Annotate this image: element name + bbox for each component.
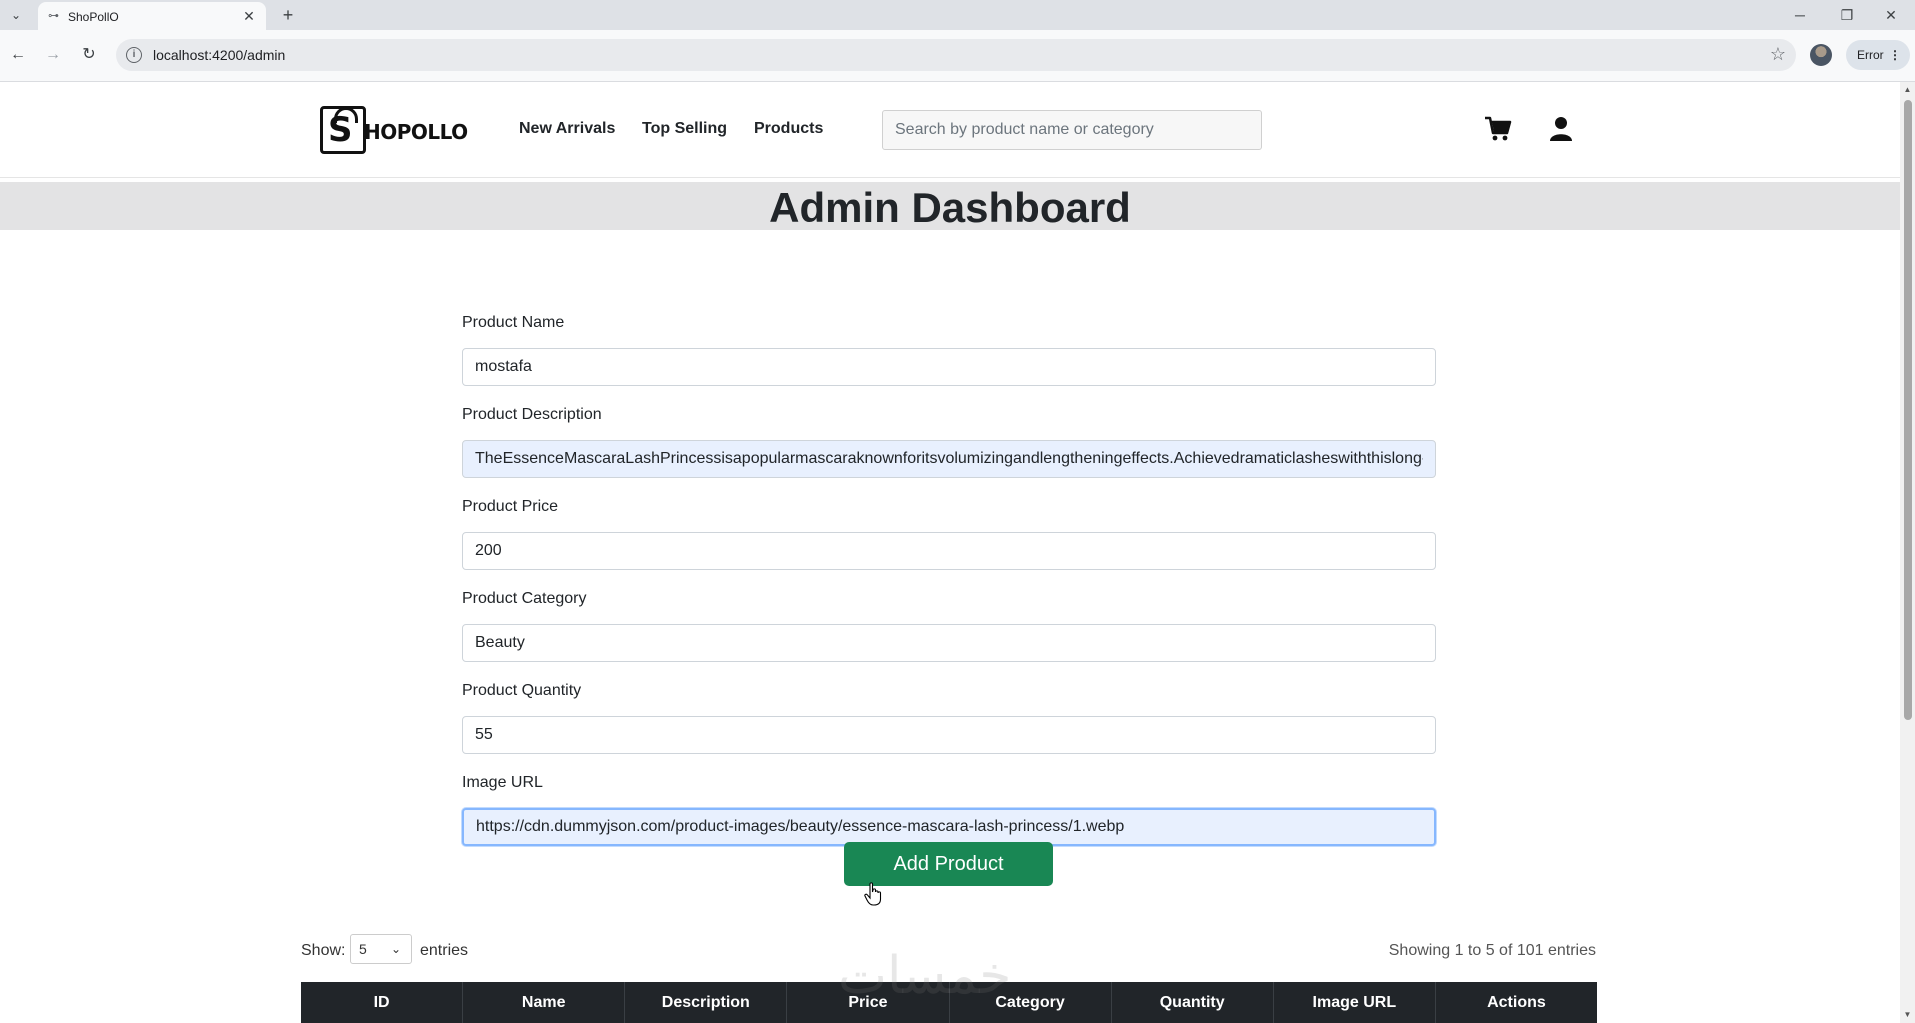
close-tab-icon[interactable]: ✕ bbox=[240, 7, 258, 25]
column-header-image-url[interactable]: Image URL bbox=[1274, 982, 1436, 1023]
site-info-icon[interactable]: i bbox=[126, 47, 142, 63]
image-url-label: Image URL bbox=[462, 774, 543, 791]
error-label: Error bbox=[1857, 48, 1884, 62]
table-info-text: Showing 1 to 5 of 101 entries bbox=[1388, 942, 1596, 959]
nav-link-new-arrivals[interactable]: New Arrivals bbox=[519, 120, 615, 138]
entries-select-value: 5 bbox=[359, 941, 367, 957]
entries-per-page-select[interactable]: 5 ⌄ bbox=[350, 934, 412, 964]
product-category-label: Product Category bbox=[462, 590, 587, 607]
product-category-input[interactable] bbox=[462, 624, 1436, 662]
product-quantity-input[interactable] bbox=[462, 716, 1436, 754]
add-product-button[interactable]: Add Product bbox=[844, 842, 1053, 886]
logo-text: HOPOLLO bbox=[364, 120, 468, 144]
scroll-up-arrow-icon[interactable]: ▲ bbox=[1903, 86, 1912, 94]
cart-icon[interactable] bbox=[1484, 116, 1512, 142]
key-favicon-icon: ⊶ bbox=[48, 10, 59, 22]
product-price-label: Product Price bbox=[462, 498, 559, 515]
scroll-down-arrow-icon[interactable]: ▼ bbox=[1903, 1011, 1912, 1019]
chevron-down-icon: ⌄ bbox=[390, 942, 401, 956]
window-close-icon[interactable]: ✕ bbox=[1876, 4, 1906, 26]
column-header-description[interactable]: Description bbox=[625, 982, 788, 1023]
column-header-actions[interactable]: Actions bbox=[1436, 982, 1597, 1023]
logo-letter: S bbox=[328, 110, 353, 150]
hand-pointer-cursor-icon bbox=[864, 882, 882, 906]
bookmark-star-icon[interactable]: ☆ bbox=[1770, 44, 1786, 65]
show-label: Show: bbox=[301, 942, 346, 959]
kebab-menu-icon: ⋮ bbox=[1889, 48, 1901, 62]
product-description-input[interactable] bbox=[462, 440, 1436, 478]
tab-title: ShoPollO bbox=[68, 10, 119, 24]
new-tab-plus-icon[interactable]: + bbox=[278, 5, 298, 25]
product-name-input[interactable] bbox=[462, 348, 1436, 386]
site-navbar: S HOPOLLO New Arrivals Top Selling Produ… bbox=[0, 82, 1900, 178]
search-input[interactable] bbox=[882, 110, 1262, 150]
shopollo-logo[interactable]: S HOPOLLO bbox=[320, 98, 468, 158]
user-account-icon[interactable] bbox=[1550, 116, 1572, 142]
address-bar[interactable]: i localhost:4200/admin ☆ bbox=[116, 39, 1796, 71]
page-scrollbar[interactable]: ▲ ▼ bbox=[1900, 82, 1915, 1023]
browser-tab[interactable]: ⊶ ShoPollO ✕ bbox=[38, 2, 266, 30]
column-header-id[interactable]: ID bbox=[301, 982, 464, 1023]
image-url-input[interactable] bbox=[462, 808, 1436, 846]
product-quantity-label: Product Quantity bbox=[462, 682, 582, 699]
add-product-form: Product Name Product Description Product… bbox=[462, 314, 1436, 866]
column-header-name[interactable]: Name bbox=[463, 982, 626, 1023]
tab-list-chevron-icon[interactable]: ⌄ bbox=[6, 6, 26, 24]
scrollbar-thumb[interactable] bbox=[1904, 100, 1912, 720]
address-url[interactable]: localhost:4200/admin bbox=[153, 47, 285, 63]
browser-tab-bar: ⌄ ⊶ ShoPollO ✕ + ─ ❐ ✕ bbox=[0, 0, 1915, 30]
product-price-input[interactable] bbox=[462, 532, 1436, 570]
profile-avatar[interactable] bbox=[1810, 44, 1832, 66]
page-title: Admin Dashboard bbox=[769, 184, 1131, 231]
column-header-quantity[interactable]: Quantity bbox=[1112, 982, 1274, 1023]
product-description-label: Product Description bbox=[462, 406, 602, 423]
nav-link-top-selling[interactable]: Top Selling bbox=[642, 120, 727, 138]
restore-icon[interactable]: ❐ bbox=[1832, 4, 1862, 26]
watermark-logo: خمسات bbox=[838, 946, 1012, 1006]
nav-link-products[interactable]: Products bbox=[754, 120, 823, 138]
product-name-label: Product Name bbox=[462, 314, 565, 331]
admin-banner: Admin Dashboard bbox=[0, 182, 1900, 231]
minimize-icon[interactable]: ─ bbox=[1785, 4, 1815, 26]
page-viewport: S HOPOLLO New Arrivals Top Selling Produ… bbox=[0, 82, 1900, 1023]
reload-icon[interactable]: ↻ bbox=[76, 42, 102, 68]
error-menu-button[interactable]: Error ⋮ bbox=[1846, 40, 1910, 70]
forward-arrow-icon[interactable]: → bbox=[40, 42, 66, 68]
back-arrow-icon[interactable]: ← bbox=[5, 42, 31, 68]
entries-label: entries bbox=[420, 942, 469, 959]
browser-toolbar: ← → ↻ i localhost:4200/admin ☆ Error ⋮ bbox=[0, 30, 1915, 82]
